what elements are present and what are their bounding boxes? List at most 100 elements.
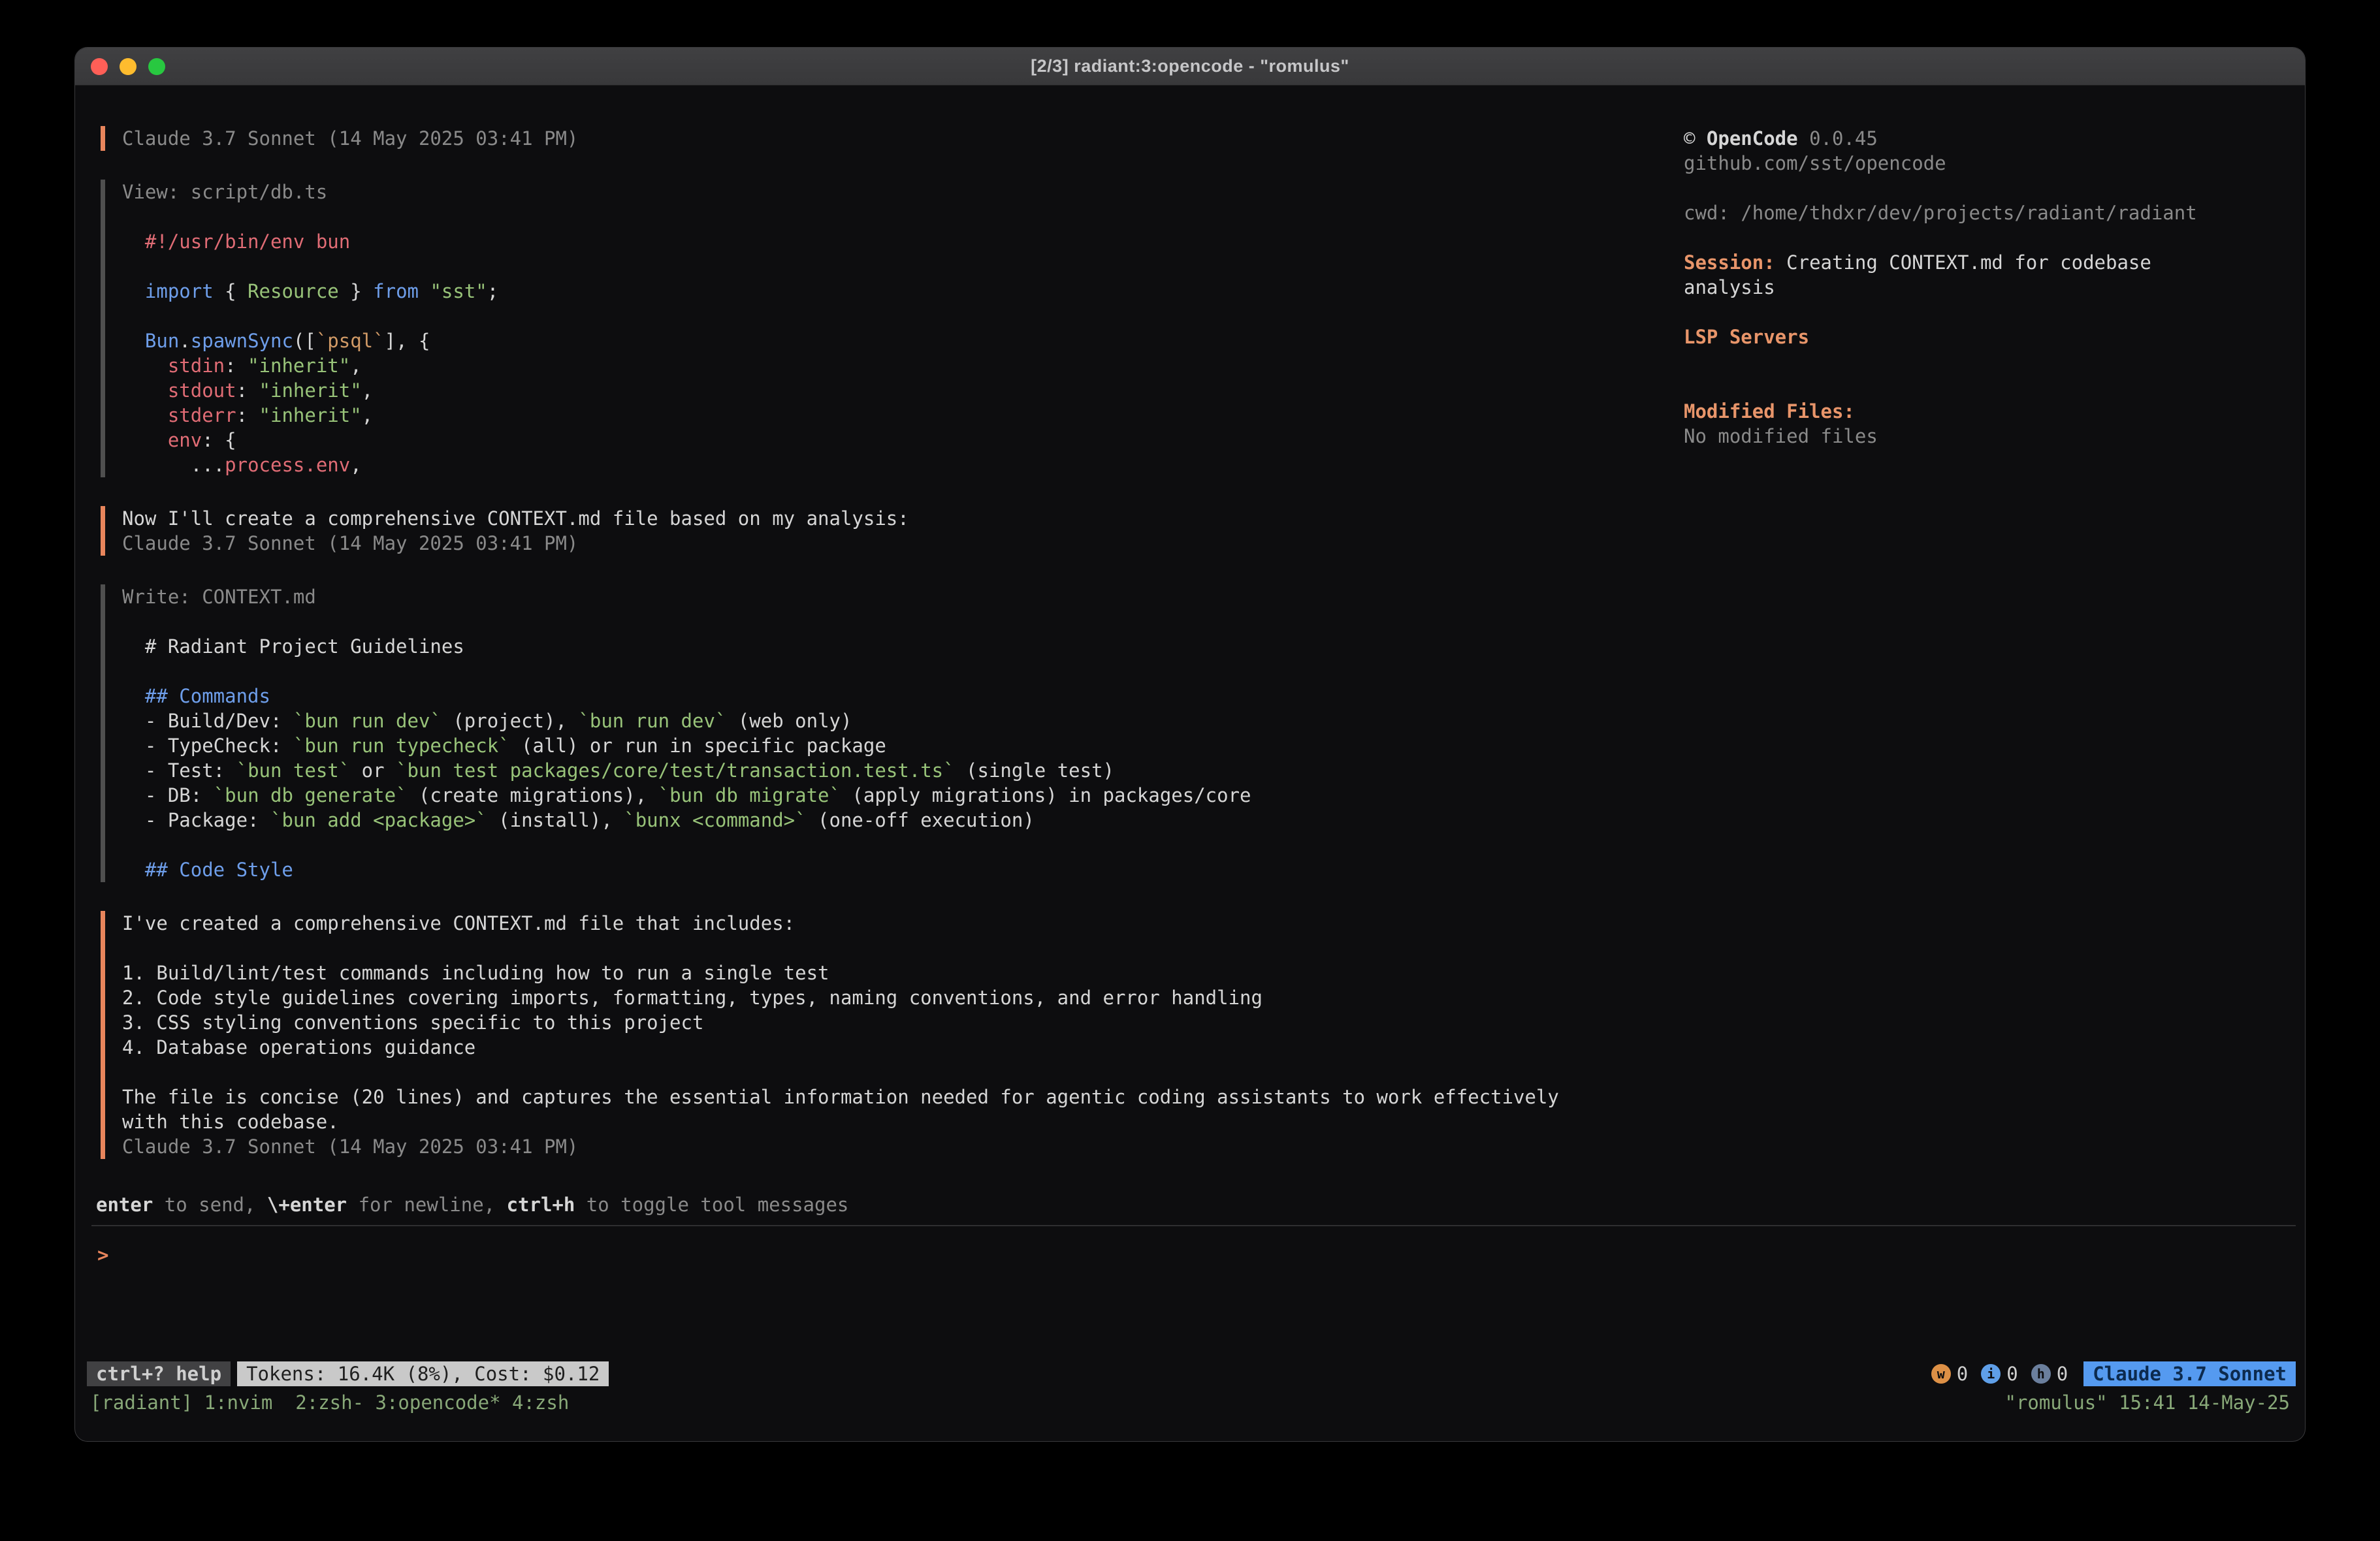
hint-indicator: h0 [2031, 1361, 2068, 1386]
text-segment: : [225, 355, 248, 377]
text-segment: , [362, 404, 373, 426]
spacer [1684, 176, 2232, 200]
text-segment: for newline, [347, 1194, 506, 1216]
terminal-line: Claude 3.7 Sonnet (14 May 2025 03:41 PM) [122, 531, 1592, 556]
text-segment: (single test) [955, 759, 1114, 782]
terminal-line: - TypeCheck: `bun run typecheck` (all) o… [122, 733, 1592, 758]
text-segment: { [214, 280, 248, 302]
text-segment: (web only) [726, 710, 852, 732]
status-bar-right: w0 i0 h0 Claude 3.7 Sonnet [1931, 1361, 2296, 1386]
prompt-input[interactable]: > [97, 1243, 2296, 1354]
minimize-button[interactable] [120, 58, 137, 75]
text-segment: View: script/db.ts [122, 181, 327, 203]
traffic-lights [91, 48, 165, 85]
text-segment: - Package: [122, 809, 270, 831]
help-badge: ctrl+? help [87, 1361, 231, 1386]
text-segment [122, 230, 145, 253]
modified-files-header: Modified Files: [1684, 399, 2232, 424]
terminal-line: stdout: "inherit", [122, 378, 1592, 403]
terminal-line: env: { [122, 428, 1592, 453]
lsp-servers-header: LSP Servers [1684, 325, 2232, 349]
text-segment: spawnSync [191, 330, 293, 352]
terminal-line: import { Resource } from "sst"; [122, 279, 1592, 304]
modified-files-empty: No modified files [1684, 424, 2232, 449]
text-segment: #!/usr/bin/env bun [145, 230, 350, 253]
terminal-line: stdin: "inherit", [122, 353, 1592, 378]
tool-view-block: View: script/db.ts #!/usr/bin/env bun im… [101, 180, 1592, 477]
tool-write-block: Write: CONTEXT.md # Radiant Project Guid… [101, 584, 1592, 882]
prompt-symbol: > [97, 1244, 108, 1266]
info-icon: i [1981, 1364, 2001, 1384]
text-segment: enter [96, 1194, 153, 1216]
terminal-line: Bun.spawnSync([`psql`], { [122, 328, 1592, 353]
spacer [1684, 225, 2232, 250]
text-segment: 1. Build/lint/test commands including ho… [122, 962, 829, 984]
text-segment: `bun run typecheck` [293, 735, 510, 757]
text-segment: (one-off execution) [807, 809, 1035, 831]
text-segment: 3. CSS styling conventions specific to t… [122, 1011, 703, 1034]
copyright-icon: © [1684, 127, 1707, 150]
text-segment: , [350, 355, 361, 377]
text-segment: , [350, 454, 361, 476]
brand-line: © OpenCode 0.0.45 [1684, 126, 2232, 151]
conversation: Claude 3.7 Sonnet (14 May 2025 03:41 PM)… [101, 126, 1592, 1188]
terminal-line: 2. Code style guidelines covering import… [122, 985, 1592, 1010]
close-button[interactable] [91, 58, 108, 75]
terminal-line: - Test: `bun test` or `bun test packages… [122, 758, 1592, 783]
text-segment: "inherit" [259, 404, 362, 426]
text-segment: - Build/Dev: [122, 710, 293, 732]
warning-indicator: w0 [1931, 1361, 1968, 1386]
terminal-line: 4. Database operations guidance [122, 1035, 1592, 1060]
zoom-button[interactable] [148, 58, 165, 75]
terminal-line: stderr: "inherit", [122, 403, 1592, 428]
tmux-status-bar: [radiant] 1:nvim 2:zsh- 3:opencode* 4:zs… [90, 1390, 2290, 1415]
text-segment: env [168, 429, 202, 451]
text-segment: stderr [168, 404, 236, 426]
terminal-line [122, 254, 1592, 279]
terminal-line: ## Commands [122, 684, 1592, 708]
window-title: [2/3] radiant:3:opencode - "romulus" [75, 56, 2305, 76]
terminal-line: ## Code Style [122, 857, 1592, 882]
text-segment: ([ [293, 330, 316, 352]
text-segment [122, 355, 168, 377]
text-segment: ], { [385, 330, 430, 352]
tmux-session-info: "romulus" 15:41 14-May-25 [2005, 1390, 2291, 1415]
text-segment [419, 280, 430, 302]
spacer [1684, 374, 2232, 399]
text-segment: The file is concise (20 lines) and captu… [122, 1086, 1570, 1133]
text-segment [122, 280, 145, 302]
text-segment: `psql` [316, 330, 385, 352]
model-badge: Claude 3.7 Sonnet [2083, 1361, 2296, 1386]
text-segment: Resource [248, 280, 339, 302]
text-segment: stdin [168, 355, 225, 377]
text-segment [122, 330, 145, 352]
text-segment: Claude 3.7 Sonnet (14 May 2025 03:41 PM) [122, 127, 578, 150]
terminal-line: I've created a comprehensive CONTEXT.md … [122, 911, 1592, 936]
text-segment: Claude 3.7 Sonnet (14 May 2025 03:41 PM) [122, 532, 578, 554]
tmux-window-list[interactable]: [radiant] 1:nvim 2:zsh- 3:opencode* 4:zs… [90, 1390, 569, 1415]
tokens-badge: Tokens: 16.4K (8%), Cost: $0.12 [237, 1361, 609, 1386]
spacer [1684, 349, 2232, 374]
help-line: enter to send, \+enter for newline, ctrl… [96, 1192, 848, 1217]
text-segment: ; [487, 280, 498, 302]
window-titlebar[interactable]: [2/3] radiant:3:opencode - "romulus" [75, 48, 2305, 86]
text-segment: ## Commands [122, 685, 270, 707]
text-segment: import [145, 280, 214, 302]
terminal-line [122, 936, 1592, 961]
warning-icon: w [1931, 1364, 1951, 1384]
text-segment: "sst" [430, 280, 487, 302]
text-segment: or [350, 759, 396, 782]
warning-count: 0 [1957, 1361, 1968, 1386]
text-segment: - DB: [122, 784, 214, 806]
text-segment: `bun db generate` [214, 784, 408, 806]
text-segment: "inherit" [259, 379, 362, 402]
message-block: Now I'll create a comprehensive CONTEXT.… [101, 506, 1592, 556]
text-segment: ... [122, 454, 225, 476]
text-segment: (apply migrations) in packages/core [841, 784, 1251, 806]
terminal-content: Claude 3.7 Sonnet (14 May 2025 03:41 PM)… [75, 86, 2305, 1441]
text-segment: 4. Database operations guidance [122, 1036, 475, 1058]
text-segment: `bun add <package>` [270, 809, 487, 831]
text-segment: stdout [168, 379, 236, 402]
terminal-line [122, 1060, 1592, 1085]
text-segment: } [339, 280, 373, 302]
